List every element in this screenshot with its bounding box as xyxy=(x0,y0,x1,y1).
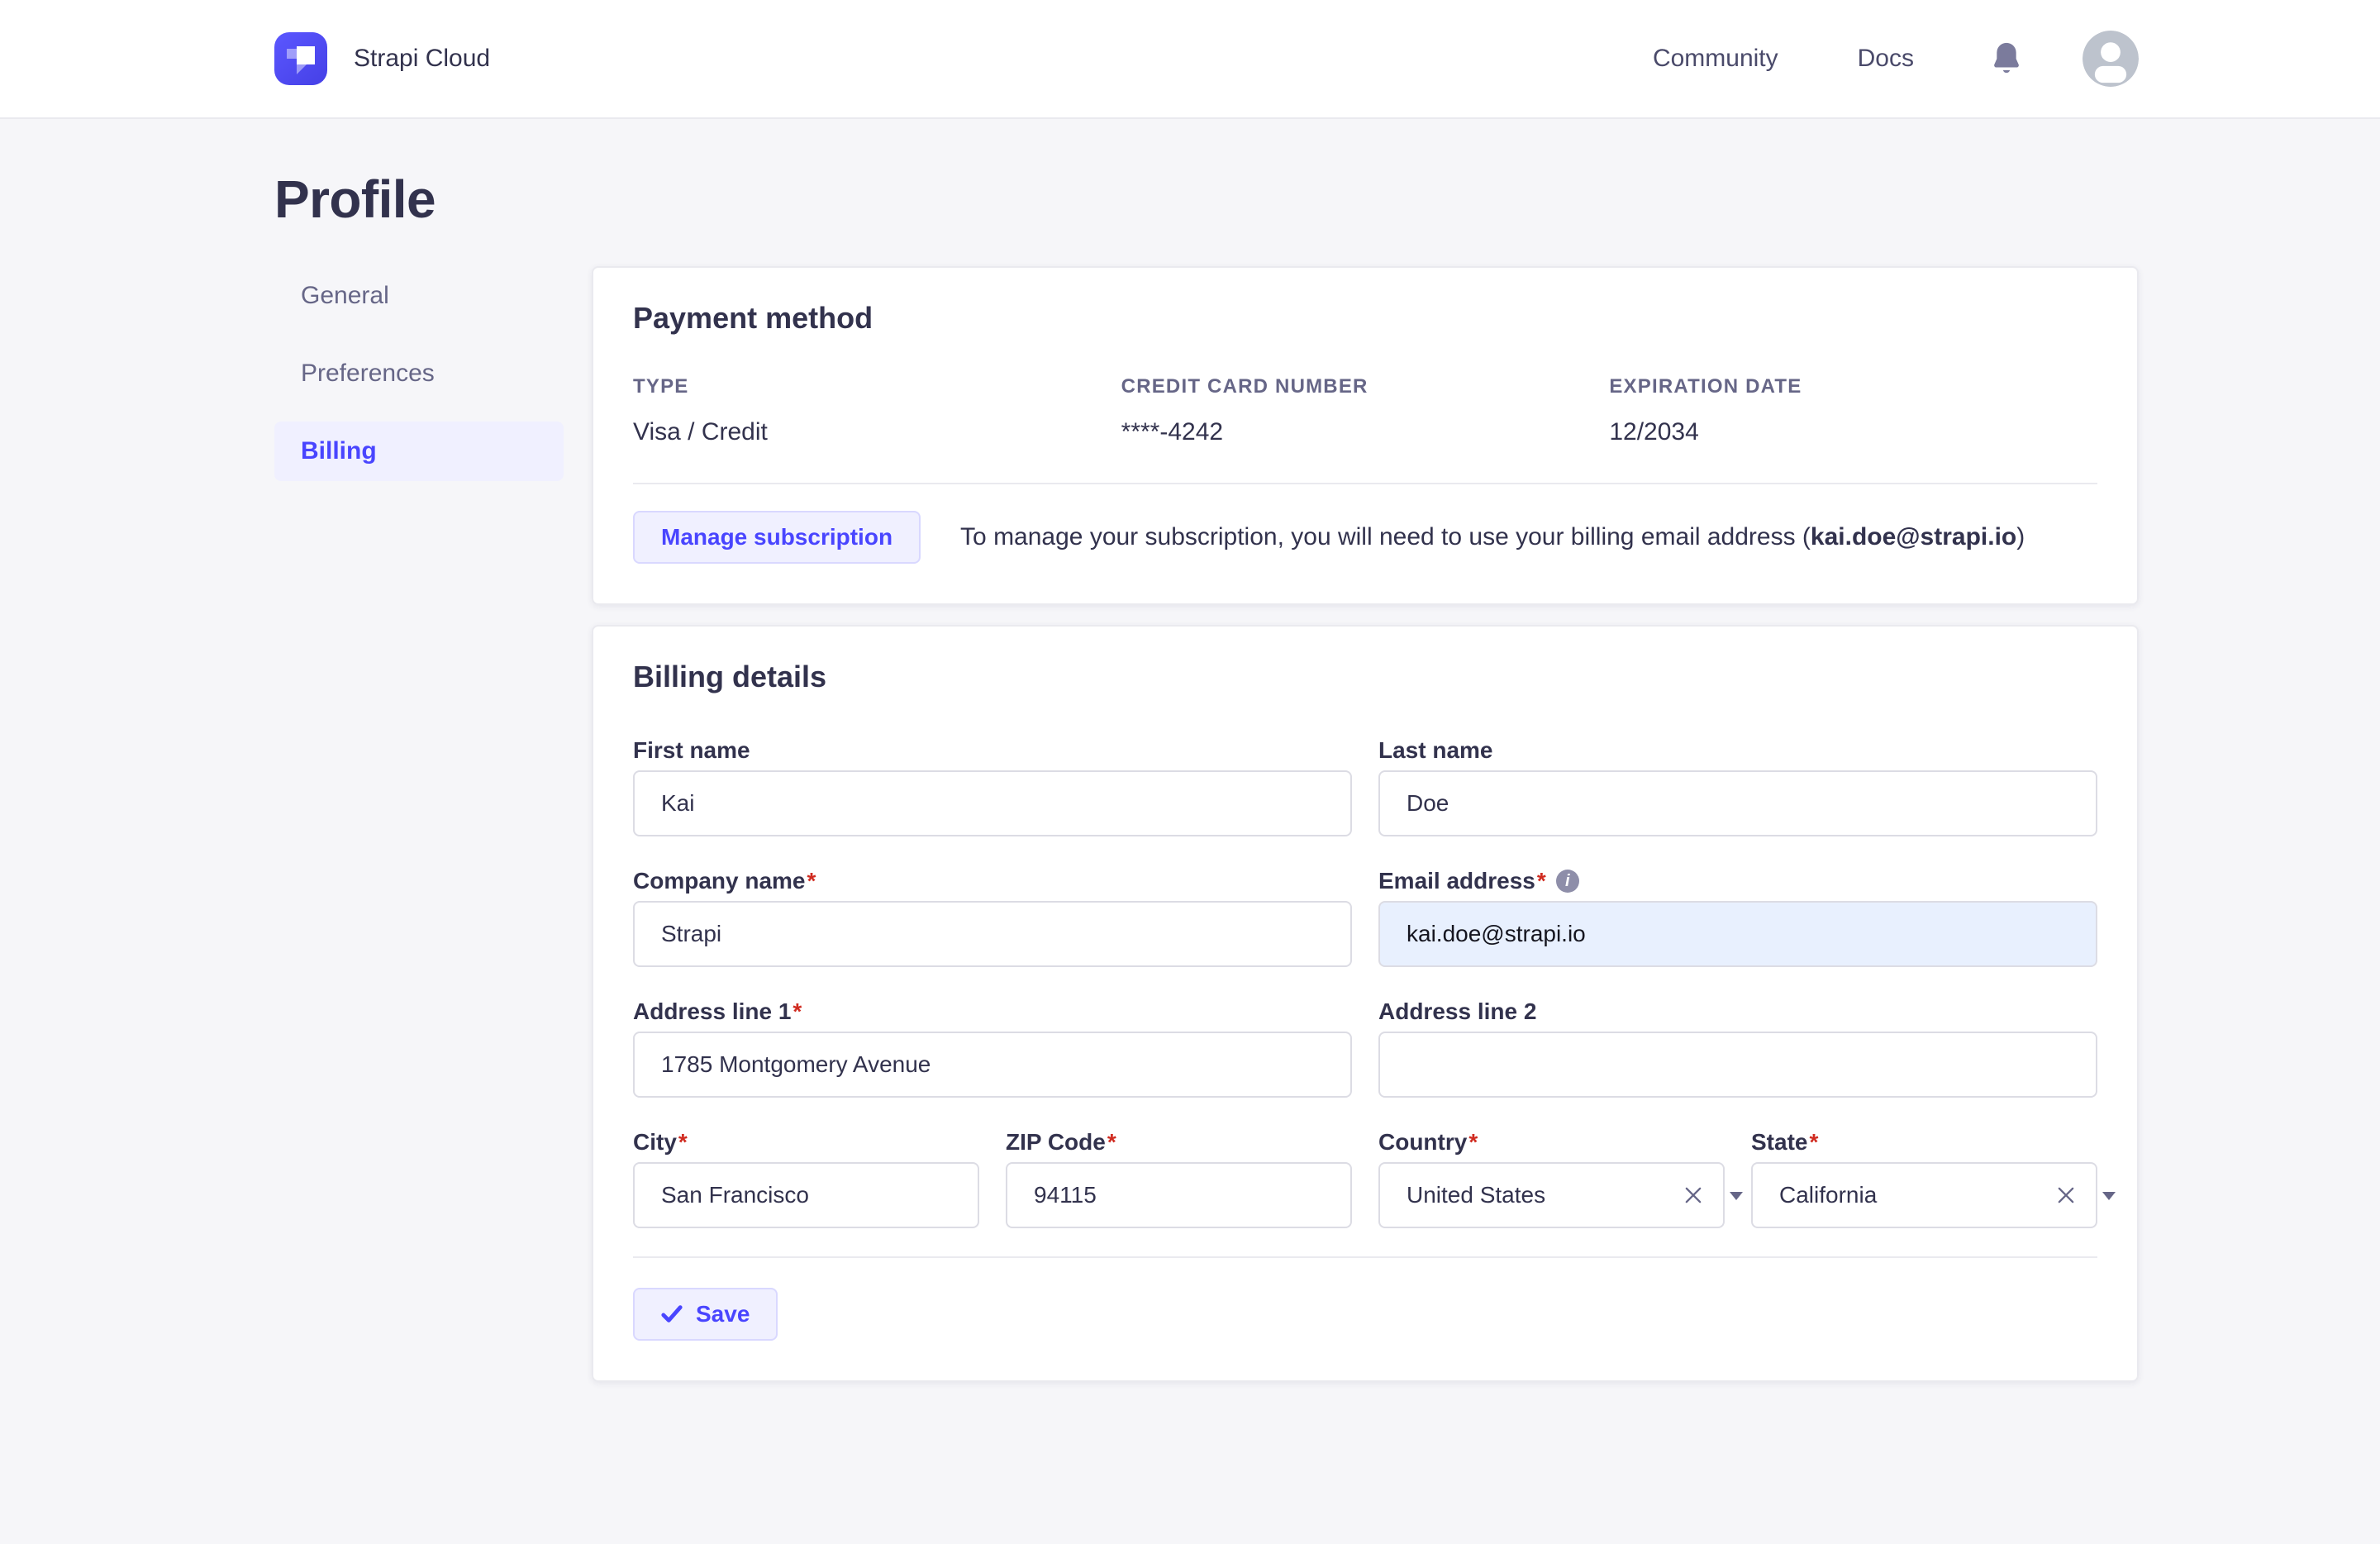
profile-page: Profile General Preferences Billing Paym… xyxy=(0,119,2380,1448)
save-button-label: Save xyxy=(696,1301,750,1327)
last-name-field: Last name xyxy=(1378,737,2097,836)
zip-code-label: ZIP Code * xyxy=(1006,1129,1116,1155)
zip-code-field: ZIP Code * xyxy=(1006,1129,1352,1228)
brand[interactable]: Strapi Cloud xyxy=(274,32,490,85)
chevron-down-icon[interactable] xyxy=(1730,1192,1743,1200)
check-icon xyxy=(661,1305,683,1322)
required-asterisk: * xyxy=(1107,1129,1116,1155)
company-name-input[interactable] xyxy=(633,901,1352,967)
billing-details-card: Billing details First name Last name Com… xyxy=(592,625,2139,1382)
billing-details-title: Billing details xyxy=(633,660,827,693)
address-line-1-label: Address line 1 * xyxy=(633,998,802,1024)
required-asterisk: * xyxy=(793,998,802,1024)
expiration-date-value: 12/2034 xyxy=(1609,418,1699,446)
profile-sidebar: General Preferences Billing xyxy=(274,266,564,499)
clear-country-icon[interactable] xyxy=(1682,1184,1705,1207)
address-line-2-input[interactable] xyxy=(1378,1032,2097,1098)
last-name-label: Last name xyxy=(1378,737,1493,763)
country-label: Country * xyxy=(1378,1129,1478,1155)
email-address-input[interactable] xyxy=(1378,901,2097,967)
email-address-label: Email address * i xyxy=(1378,868,2097,894)
company-name-label: Company name * xyxy=(633,868,816,894)
address-line-2-label: Address line 2 xyxy=(1378,998,1537,1024)
required-asterisk: * xyxy=(1468,1129,1478,1155)
credit-card-number-label: CREDIT CARD NUMBER xyxy=(1121,375,1368,398)
city-field: City * xyxy=(633,1129,979,1228)
zip-code-input[interactable] xyxy=(1006,1162,1352,1228)
payment-method-title: Payment method xyxy=(633,301,873,335)
address-line-2-field: Address line 2 xyxy=(1378,998,2097,1098)
billing-email-text: kai.doe@strapi.io xyxy=(1810,523,2017,550)
payment-method-card: Payment method TYPE Visa / Credit CREDIT… xyxy=(592,266,2139,605)
sidebar-item-general[interactable]: General xyxy=(274,266,564,326)
city-input[interactable] xyxy=(633,1162,979,1228)
credit-card-number-value: ****-4242 xyxy=(1121,418,1224,446)
first-name-field: First name xyxy=(633,737,1352,836)
clear-state-icon[interactable] xyxy=(2054,1184,2078,1207)
page-title: Profile xyxy=(274,169,436,229)
nav-link-community[interactable]: Community xyxy=(1653,45,1778,73)
state-field: State * xyxy=(1751,1129,2116,1228)
nav-link-docs[interactable]: Docs xyxy=(1858,45,1914,73)
required-asterisk: * xyxy=(807,868,816,894)
address-line-1-field: Address line 1 * xyxy=(633,998,1352,1098)
last-name-input[interactable] xyxy=(1378,770,2097,836)
first-name-label: First name xyxy=(633,737,750,763)
billing-card-divider xyxy=(633,1256,2097,1258)
state-label: State * xyxy=(1751,1129,1819,1155)
payment-card-divider xyxy=(633,483,2097,484)
save-button[interactable]: Save xyxy=(633,1288,778,1341)
top-navigation: Community Docs xyxy=(1653,45,1914,73)
first-name-input[interactable] xyxy=(633,770,1352,836)
country-field: Country * xyxy=(1378,1129,1743,1228)
payment-type-label: TYPE xyxy=(633,375,689,398)
required-asterisk: * xyxy=(678,1129,688,1155)
subscription-note: To manage your subscription, you will ne… xyxy=(960,523,2025,550)
strapi-cloud-logo-icon xyxy=(274,32,327,85)
credit-card-number-field: CREDIT CARD NUMBER ****-4242 xyxy=(1121,375,1610,446)
user-avatar[interactable] xyxy=(2082,31,2139,87)
required-asterisk: * xyxy=(1536,868,1546,894)
expiration-date-field: EXPIRATION DATE 12/2034 xyxy=(1609,375,2097,446)
sidebar-item-billing[interactable]: Billing xyxy=(274,422,564,481)
expiration-date-label: EXPIRATION DATE xyxy=(1609,375,1802,398)
payment-type-value: Visa / Credit xyxy=(633,418,768,446)
company-name-field: Company name * xyxy=(633,868,1352,967)
info-icon[interactable]: i xyxy=(1555,870,1579,893)
notifications-bell-icon[interactable] xyxy=(1990,41,2023,77)
header: Strapi Cloud Community Docs xyxy=(0,0,2380,119)
chevron-down-icon[interactable] xyxy=(2102,1192,2116,1200)
required-asterisk: * xyxy=(1809,1129,1819,1155)
country-combobox-input[interactable] xyxy=(1378,1162,1725,1228)
payment-type-field: TYPE Visa / Credit xyxy=(633,375,1121,446)
state-combobox-input[interactable] xyxy=(1751,1162,2097,1228)
email-address-field: Email address * i xyxy=(1378,868,2097,967)
manage-subscription-button[interactable]: Manage subscription xyxy=(633,511,921,564)
address-line-1-input[interactable] xyxy=(633,1032,1352,1098)
sidebar-item-preferences[interactable]: Preferences xyxy=(274,344,564,403)
city-label: City * xyxy=(633,1129,688,1155)
brand-name: Strapi Cloud xyxy=(354,45,491,72)
